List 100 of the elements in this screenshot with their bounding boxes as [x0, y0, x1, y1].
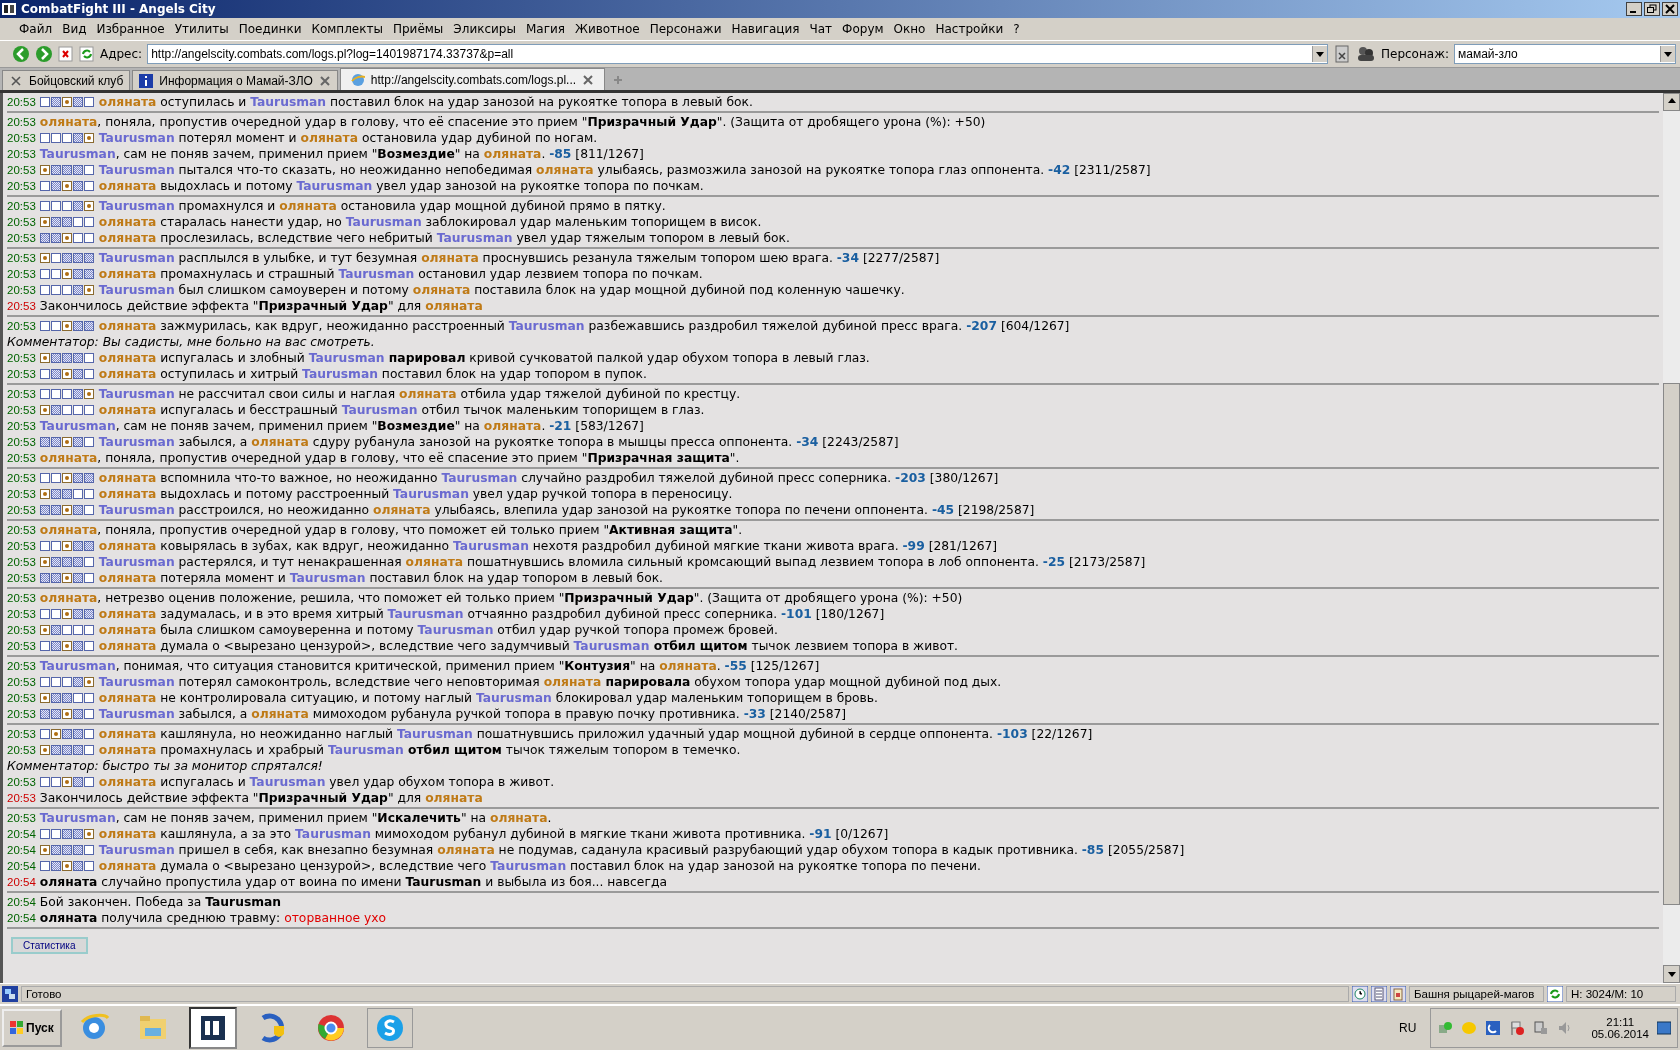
timestamp: 20:53	[7, 708, 36, 720]
log-text: Taurusman забылся, а оляната сдуру рубанула занозой на рукоятке топора в мышцы пресса оппонента. -34 [2243/2587]	[98, 435, 899, 449]
timestamp: 20:53	[7, 692, 36, 704]
timestamp: 20:53	[7, 524, 36, 536]
timestamp: 20:53	[7, 744, 36, 756]
scroll-thumb[interactable]	[1663, 383, 1680, 905]
scroll-up-icon[interactable]	[1663, 93, 1680, 111]
log-text: оляната промахнулась и храбрый Taurusman отбил щитом тычок тяжелым топором в темечко.	[98, 743, 741, 757]
page-close-icon[interactable]	[1333, 45, 1351, 63]
refresh-icon[interactable]	[79, 46, 95, 62]
timestamp: 20:54	[7, 896, 36, 908]
forward-icon[interactable]	[35, 45, 53, 63]
close-icon[interactable]	[1662, 2, 1678, 16]
log-text: Taurusman, сам не поняв зачем, применил прием "Возмездие" на оляната. -21 [583/1267]	[39, 419, 644, 433]
menu-item[interactable]: Приёмы	[387, 20, 449, 38]
menu-item[interactable]: Комплекты	[306, 20, 388, 38]
clock-icon[interactable]	[1352, 986, 1368, 1002]
menu-item[interactable]: Форум	[837, 20, 889, 38]
timestamp: 20:53	[7, 200, 36, 212]
scrollbar[interactable]	[1663, 93, 1680, 983]
location-text: Башня рыцарей-магов	[1409, 986, 1544, 1002]
character-dropdown[interactable]: мамай-зло	[1454, 44, 1676, 64]
menu-item[interactable]: Эликсиры	[448, 20, 521, 38]
log-text: оляната промахнулась и страшный Taurusman остановил удар лезвием топора по почкам.	[98, 267, 703, 281]
log-text: оляната зажмурилась, как вдруг, неожиданно расстроенный Taurusman разбежавшись раздробил тяжелой дубиной пресс врага. -207 [604/1267]	[98, 319, 1070, 333]
menu-item[interactable]: Вид	[57, 20, 92, 38]
windows-logo-icon	[10, 1021, 24, 1035]
log-text: Taurusman был слишком самоуверен и потому оляната поставила блок на удар мощной дубиной под коленную чашечку.	[98, 283, 905, 297]
people-icon[interactable]	[1356, 45, 1376, 63]
timestamp: 20:53	[7, 352, 36, 364]
log-text: оляната кашлянула, но неожиданно наглый Taurusman пошатнувшись приложил удачный удар мощной дубиной в сердце оппонента. -103 [22/1267]	[98, 727, 1093, 741]
timestamp: 20:53	[7, 812, 36, 824]
timestamp: 20:53	[7, 148, 36, 160]
browser-tab[interactable]: http://angelscity.combats.com/logs.pl...	[339, 68, 606, 90]
clock-time: 21:11	[1606, 1016, 1635, 1028]
log-text: оляната выдохлась и потому расстроенный Taurusman увел удар ручкой топора в переносицу.	[98, 487, 733, 501]
timestamp: 20:53	[7, 252, 36, 264]
menu-item[interactable]: Навигация	[726, 20, 805, 38]
info-icon	[139, 73, 154, 88]
timestamp: 20:53	[7, 776, 36, 788]
log-text: оляната задумалась, и в это время хитрый Taurusman отчаянно раздробил дубиной пресс соперника. -101 [180/1267]	[98, 607, 885, 621]
log-text: оляната испугалась и бесстрашный Taurusman отбил тычок маленьким топорищем в глаз.	[98, 403, 705, 417]
timestamp: 20:53	[7, 96, 36, 108]
timestamp: 20:53	[7, 572, 36, 584]
language-indicator[interactable]: RU	[1399, 1021, 1417, 1035]
scroll-down-icon[interactable]	[1663, 965, 1680, 983]
timestamp: 20:53	[7, 388, 36, 400]
timestamp: 20:53	[7, 268, 36, 280]
address-field[interactable]: http://angelscity.combats.com/logs.pl?log=1401987174.33737&p=all	[147, 44, 1328, 64]
menu-item[interactable]: Поединки	[233, 20, 307, 38]
status-text: Готово	[21, 986, 1349, 1002]
browser-tab[interactable]: Информация о Мамай-ЗЛО	[132, 70, 338, 90]
menu-item[interactable]: Животное	[569, 20, 645, 38]
menu-item[interactable]: Утилиты	[169, 20, 234, 38]
timestamp: 20:53	[7, 592, 36, 604]
start-button[interactable]: Пуск	[2, 1009, 62, 1047]
menu-item[interactable]: Чат	[804, 20, 838, 38]
timestamp: 20:54	[7, 860, 36, 872]
log-text: Taurusman расстроился, но неожиданно оляната улыбаясь, влепила удар занозой на рукоятке топора по печени оппонента. -45 [2198/2587]	[98, 503, 1035, 517]
window-title: CombatFight III - Angels City	[21, 2, 216, 16]
flag-error-icon[interactable]	[1509, 1020, 1526, 1036]
log-text: оляната кашлянула, а за это Taurusman мимоходом рубанул дубиной в мягкие ткани живота противника. -91 [0/1267]	[98, 827, 889, 841]
timestamp: 20:53	[7, 540, 36, 552]
menu-item[interactable]: Настройки	[930, 20, 1009, 38]
timestamp: 20:54	[7, 828, 36, 840]
stop-icon[interactable]	[58, 46, 74, 62]
menu-item[interactable]: ?	[1008, 20, 1025, 38]
log-text: Taurusman расплылся в улыбке, и тут безумная оляната проснувшись резанула тяжелым топором шею врага. -34 [2277/2587]	[98, 251, 940, 265]
refresh-icon[interactable]	[1547, 986, 1563, 1002]
timestamp: 20:53	[7, 420, 36, 432]
show-desktop-icon[interactable]	[1657, 1021, 1671, 1035]
log-text: оляната оступилась и Taurusman поставил блок на удар занозой на рукоятке топора в левый бок.	[98, 95, 753, 109]
timestamp: 20:53	[7, 300, 36, 312]
clipboard-icon[interactable]	[1390, 986, 1406, 1002]
menu-item[interactable]: Избранное	[91, 20, 170, 38]
document-icon[interactable]	[1371, 986, 1387, 1002]
log-text: Taurusman пытался что-то сказать, но неожиданно непобедимая оляната улыбаясь, размозжила занозой на рукоятке топора глаз оппонента. -42 [2311/2587]	[98, 163, 1151, 177]
browser-tab[interactable]: Бойцовский клуб	[2, 70, 131, 90]
log-text: оляната, поняла, пропустив очередной удар в голову, что её спасение это прием "Призрачный Удар". (Защита от дробящего урона (%): +50)	[39, 115, 986, 129]
menu-item[interactable]: Файл	[14, 20, 58, 38]
menu-item[interactable]: Окно	[888, 20, 931, 38]
restore-icon[interactable]	[1644, 2, 1660, 16]
statistics-button[interactable]: Статистика	[11, 937, 88, 954]
timestamp: 20:53	[7, 676, 36, 688]
log-text: оляната, поняла, пропустив очередной удар в голову, что поможет ей только прием "Активная защита".	[39, 523, 743, 537]
menu-item[interactable]: Магия	[520, 20, 570, 38]
commentator-text: Комментатор: Вы садисты, мне больно на вас смотреть.	[7, 335, 375, 349]
log-text: оляната не контролировала ситуацию, и потому наглый Taurusman блокировал удар маленьким топорищем в бровь.	[98, 691, 878, 705]
timestamp: 20:53	[7, 232, 36, 244]
menu-item[interactable]: Персонажи	[644, 20, 727, 38]
log-text: оляната думала о <вырезано цензурой>, вследствие чего задумчивый Taurusman отбил щитом тычок лезвием топора в живот.	[98, 639, 959, 653]
back-icon[interactable]	[12, 45, 30, 63]
log-text: оляната была слишком самоуверенна и потому Taurusman отбил удар ручкой топора промеж бровей.	[98, 623, 778, 637]
log-text: оляната, нетрезво оценив положение, решила, что поможет ей только прием "Призрачный Удар". (Защита от дробящего урона (%): +50)	[39, 591, 963, 605]
minimize-icon[interactable]	[1626, 2, 1642, 16]
clock-date: 05.06.2014	[1591, 1028, 1649, 1040]
timestamp: 20:53	[7, 216, 36, 228]
log-text: оляната испугалась и злобный Taurusman парировал кривой сучковатой палкой удар обухом топора в левый глаз.	[98, 351, 870, 365]
timestamp: 20:53	[7, 608, 36, 620]
log-text: оляната вспомнила что-то важное, но неожиданно Taurusman случайно раздробил тяжелой дубиной пресс соперника. -203 [380/1267]	[98, 471, 999, 485]
